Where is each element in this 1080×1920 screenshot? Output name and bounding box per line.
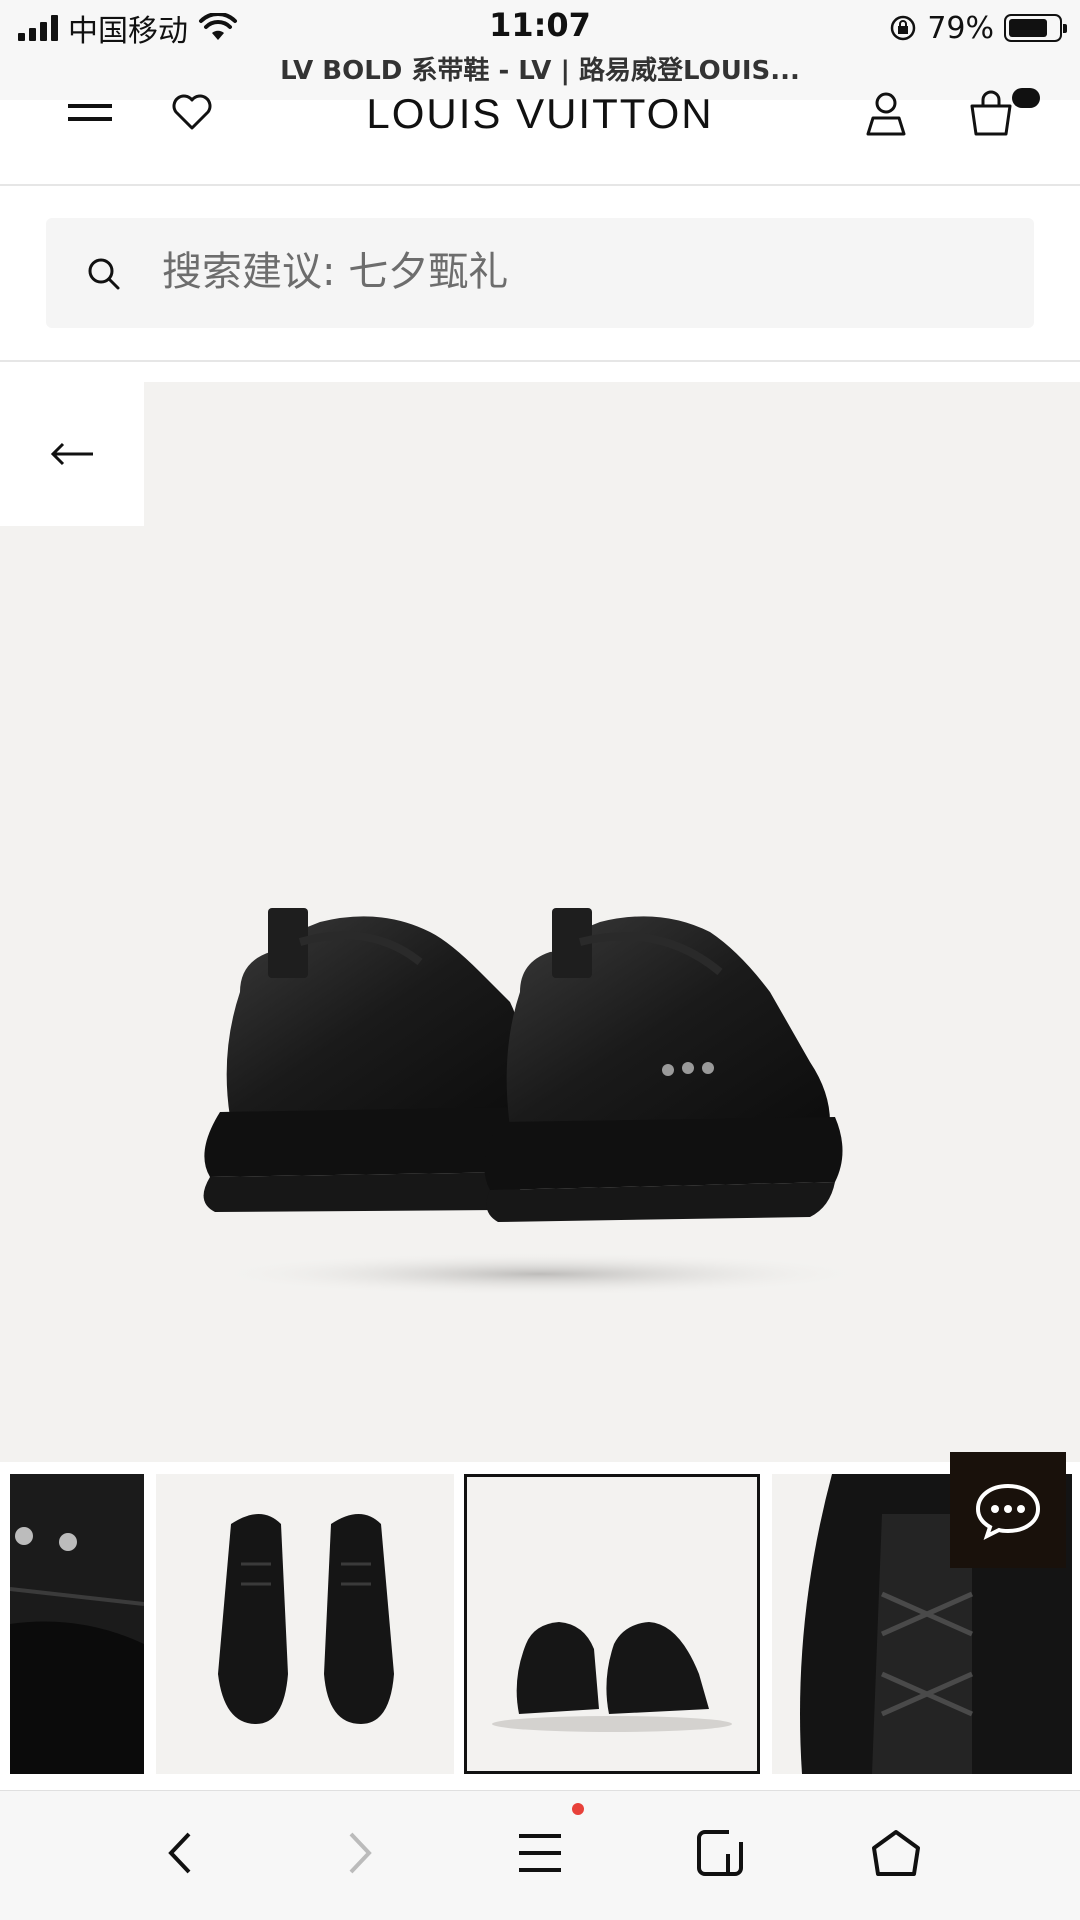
notification-dot [572, 1803, 584, 1815]
tabs-icon [697, 1830, 743, 1876]
site-header: LOUIS VUITTON [0, 88, 1080, 186]
thumbnail-detail-graphic [10, 1474, 144, 1774]
thumbnail-rear-view-graphic [464, 1474, 760, 1774]
thumbnail-detail-monogram[interactable] [10, 1474, 144, 1774]
product-main-image[interactable] [0, 382, 1080, 1462]
home-icon [872, 1830, 920, 1876]
browser-bottom-bar [0, 1790, 1080, 1920]
battery-icon [1004, 14, 1067, 42]
chat-bubble-icon [975, 1483, 1041, 1540]
brand-logo[interactable]: LOUIS VUITTON [0, 90, 1080, 138]
forward-icon [349, 1832, 372, 1874]
browser-back-button[interactable] [150, 1823, 210, 1883]
search-input[interactable]: 搜索建议: 七夕甄礼 [46, 218, 1034, 328]
browser-tabs-button[interactable] [690, 1823, 750, 1883]
battery-percent: 79% [927, 10, 994, 46]
browser-forward-button[interactable] [330, 1823, 390, 1883]
shopping-bag-icon[interactable] [968, 90, 1014, 136]
chat-button[interactable] [950, 1452, 1066, 1568]
browser-home-button[interactable] [866, 1823, 926, 1883]
thumbnail-top-view-graphic [156, 1474, 454, 1774]
back-icon [168, 1832, 191, 1874]
gallery-back-button[interactable] [0, 382, 144, 526]
account-icon[interactable] [864, 90, 908, 136]
search-area: 搜索建议: 七夕甄礼 [0, 188, 1080, 362]
cart-count-badge [1012, 88, 1040, 108]
status-bar: 中国移动 11:07 79% LV BOLD 系带鞋 - LV | 路易威登LO… [0, 0, 1080, 100]
status-right: 79% [889, 8, 1067, 48]
search-placeholder: 搜索建议: 七夕甄礼 [162, 249, 509, 295]
product-shoes-illustration [203, 908, 870, 1296]
thumbnail-strip [0, 1462, 1080, 1782]
browser-menu-button[interactable] [510, 1823, 570, 1883]
thumbnail-rear-view[interactable] [464, 1474, 760, 1774]
search-icon [88, 258, 120, 290]
arrow-left-icon [50, 442, 93, 466]
thumbnail-top-view[interactable] [156, 1474, 454, 1774]
menu-icon [519, 1834, 561, 1872]
page-title: LV BOLD 系带鞋 - LV | 路易威登LOUIS... [280, 56, 800, 86]
rotation-lock-icon [891, 15, 916, 41]
battery-fill [1009, 19, 1047, 37]
